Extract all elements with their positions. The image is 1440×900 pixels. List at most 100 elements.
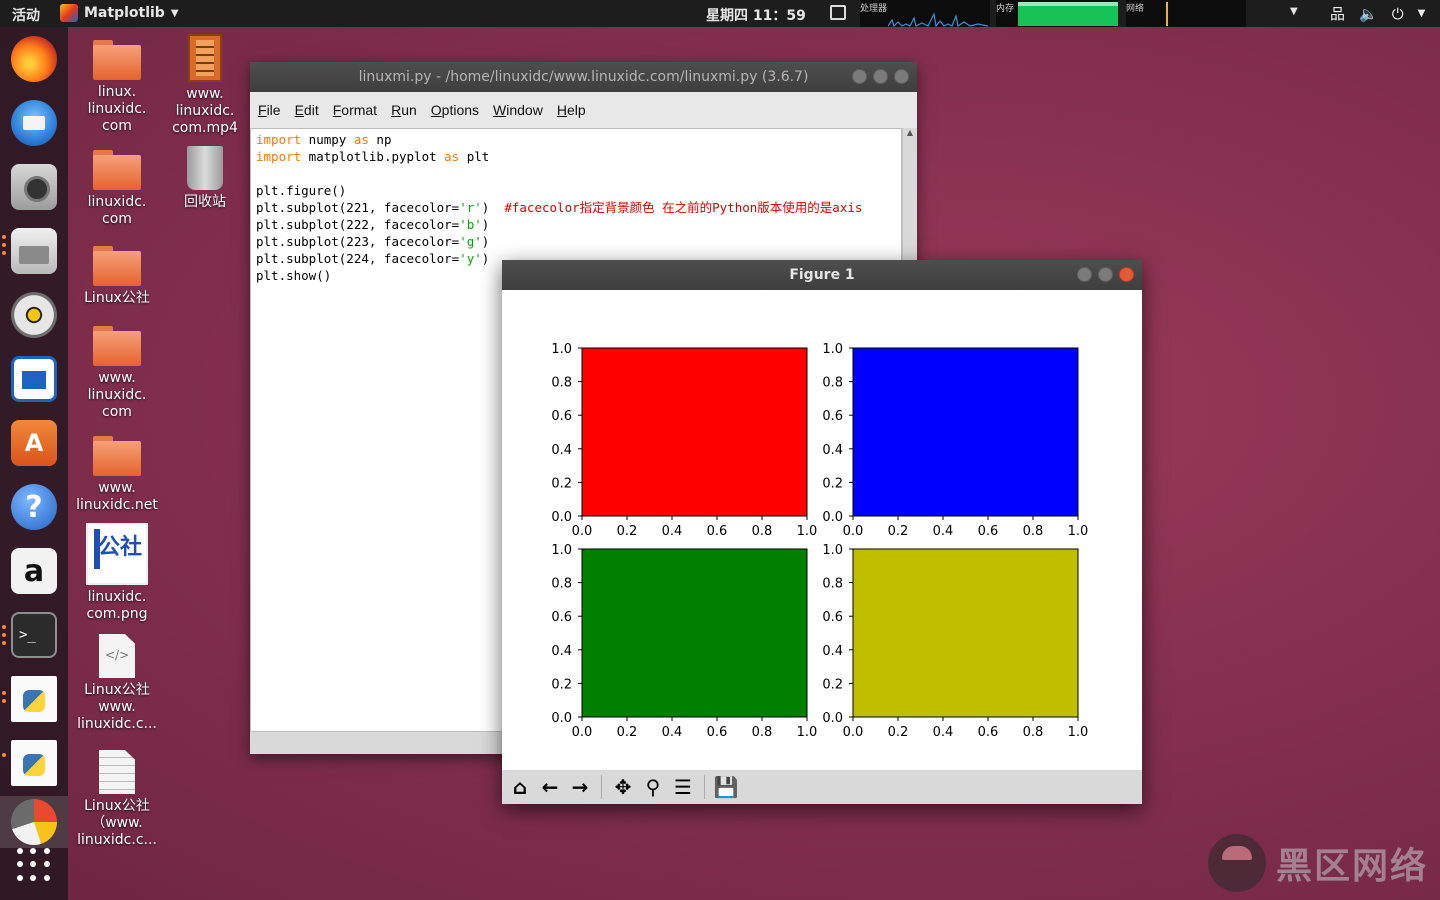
- dock-help[interactable]: ?: [8, 481, 60, 533]
- writer-icon: [11, 356, 57, 402]
- menu-run[interactable]: Run: [391, 102, 417, 118]
- y-tick-label: 0.8: [551, 376, 572, 391]
- dock-terminal[interactable]: >_: [8, 609, 60, 661]
- trash-icon: [187, 146, 223, 190]
- memory-graph[interactable]: 内存: [996, 0, 1118, 27]
- chevron-down-icon: ▼: [170, 7, 179, 19]
- menu-file[interactable]: File: [258, 102, 281, 118]
- maximize-button[interactable]: [873, 69, 888, 84]
- system-menu[interactable]: 品 🔈 ⏻ ▼: [1330, 3, 1425, 24]
- desktop-video-file[interactable]: www. linuxidc. com.mp4: [160, 34, 250, 137]
- amazon-icon: a: [11, 548, 57, 594]
- desktop-trash[interactable]: 回收站: [160, 146, 250, 211]
- x-tick-label: 0.0: [843, 524, 864, 539]
- dock-amazon[interactable]: a: [8, 545, 60, 597]
- watermark-text: 黑区网络: [1276, 846, 1429, 887]
- home-button[interactable]: ⌂: [506, 774, 534, 800]
- matplotlib-figure-window[interactable]: Figure 1 0.0 0.2 0.4 0.6 0.8 1.0 0.0 0.2 0.4 0.6 0…: [502, 260, 1142, 804]
- dock-thunderbird[interactable]: [8, 97, 60, 149]
- subplot-1: 0.0 0.2 0.4 0.6 0.8 1.0 0.0 0.2 0.4 0.6 0.8 1.0: [551, 342, 817, 539]
- dock-firefox[interactable]: [8, 33, 60, 85]
- desktop-text-file[interactable]: Linux公社 （www. linuxidc.c...: [72, 750, 162, 849]
- desktop-code-file[interactable]: Linux公社 www. linuxidc.c...: [72, 634, 162, 733]
- menu-format[interactable]: Format: [333, 102, 377, 118]
- clock[interactable]: 星期四 11：59: [706, 5, 806, 25]
- folder-icon: [93, 246, 141, 286]
- code-token: plt.subplot(224, facecolor=: [256, 251, 460, 266]
- close-button[interactable]: [894, 69, 909, 84]
- system-monitor-icon[interactable]: [830, 5, 846, 20]
- x-tick-label: 0.8: [1023, 524, 1044, 539]
- forward-icon: →: [571, 775, 589, 799]
- y-tick-label: 0.2: [822, 677, 843, 692]
- axes-facecolor: [581, 548, 808, 718]
- save-figure-icon: 💾: [713, 775, 739, 799]
- activities-button[interactable]: 活动: [12, 5, 40, 25]
- show-applications-button[interactable]: [8, 839, 60, 891]
- pan-button[interactable]: ✥: [609, 774, 637, 800]
- code-token: matplotlib.pyplot: [301, 149, 445, 164]
- dock-software[interactable]: A: [8, 417, 60, 469]
- close-button[interactable]: [1119, 267, 1134, 282]
- desktop-folder-linuxidc-com[interactable]: linuxidc. com: [72, 150, 162, 228]
- x-tick-label: 0.2: [888, 524, 909, 539]
- menu-options[interactable]: Options: [431, 102, 479, 118]
- idle-titlebar[interactable]: linuxmi.py - /home/linuxidc/www.linuxidc…: [250, 62, 917, 92]
- desktop-icon-label: Linux公社: [84, 290, 150, 306]
- desktop-folder-linux-gongshe[interactable]: Linux公社: [72, 246, 162, 307]
- app-menu[interactable]: Matplotlib ▼: [60, 4, 179, 22]
- code-token: import: [256, 149, 302, 164]
- code-line: plt.subplot(222, facecolor='b'): [256, 216, 896, 233]
- menu-help[interactable]: Help: [557, 102, 586, 118]
- minimize-button[interactable]: [1077, 267, 1092, 282]
- cpu-sparkline: [888, 12, 988, 27]
- code-token: ): [481, 200, 505, 215]
- desktop-folder-www-linuxidc-com[interactable]: www. linuxidc. com: [72, 326, 162, 421]
- dock-python-idle[interactable]: [8, 673, 60, 725]
- desktop-png-file[interactable]: linuxidc. com.png: [72, 523, 162, 623]
- desktop-icon-label: www. linuxidc.net: [76, 480, 158, 513]
- save-figure-button[interactable]: 💾: [712, 774, 740, 800]
- folder-icon: [93, 40, 141, 80]
- chevron-down-icon[interactable]: ▼: [1290, 6, 1298, 17]
- code-token: ): [481, 217, 490, 232]
- camera-icon: [11, 164, 57, 210]
- menu-edit[interactable]: Edit: [295, 102, 319, 118]
- y-tick-label: 0.2: [551, 677, 572, 692]
- toolbar-separator: [601, 775, 602, 799]
- firefox-icon: [11, 36, 57, 82]
- dock-python-figure[interactable]: [8, 737, 60, 789]
- zoom-button[interactable]: ⚲: [639, 774, 667, 800]
- dock-camera[interactable]: [8, 161, 60, 213]
- dock-files[interactable]: [8, 225, 60, 277]
- desktop-folder-linux-linuxidc-com[interactable]: linux. linuxidc. com: [72, 40, 162, 135]
- pan-icon: ✥: [614, 775, 632, 799]
- x-tick-label: 0.2: [617, 524, 638, 539]
- back-button[interactable]: ←: [536, 774, 564, 800]
- network-graph[interactable]: 网络: [1126, 0, 1246, 27]
- scroll-up-icon[interactable]: ▲: [903, 128, 917, 140]
- maximize-button[interactable]: [1098, 267, 1113, 282]
- x-tick-label: 1.0: [797, 725, 818, 740]
- running-indicator: [2, 753, 6, 757]
- x-tick-label: 0.6: [978, 524, 999, 539]
- subplots-config-button[interactable]: ☰: [669, 774, 697, 800]
- menu-window[interactable]: Window: [493, 102, 543, 118]
- forward-button[interactable]: →: [566, 774, 594, 800]
- desktop-icon-label: linuxidc. com: [87, 194, 147, 227]
- top-panel: 活动 Matplotlib ▼ 星期四 11：59 处理器 内存 网络 ▼ 品 …: [0, 0, 1440, 27]
- cpu-graph[interactable]: 处理器: [860, 0, 990, 27]
- running-indicator: [2, 243, 6, 247]
- dock-rhythmbox[interactable]: [8, 289, 60, 341]
- minimize-button[interactable]: [852, 69, 867, 84]
- image-thumbnail-icon: [86, 523, 148, 585]
- dock-writer[interactable]: [8, 353, 60, 405]
- x-tick-label: 0.0: [843, 725, 864, 740]
- y-tick-label: 0.8: [822, 577, 843, 592]
- figure-canvas[interactable]: 0.0 0.2 0.4 0.6 0.8 1.0 0.0 0.2 0.4 0.6 0.8 1.0 0.0 0…: [502, 290, 1142, 770]
- video-file-icon: [188, 34, 222, 82]
- desktop-folder-www-linuxidc-net[interactable]: www. linuxidc.net: [72, 436, 162, 514]
- x-tick-label: 0.4: [662, 725, 683, 740]
- figure-titlebar[interactable]: Figure 1: [502, 260, 1142, 290]
- x-tick-label: 0.4: [933, 524, 954, 539]
